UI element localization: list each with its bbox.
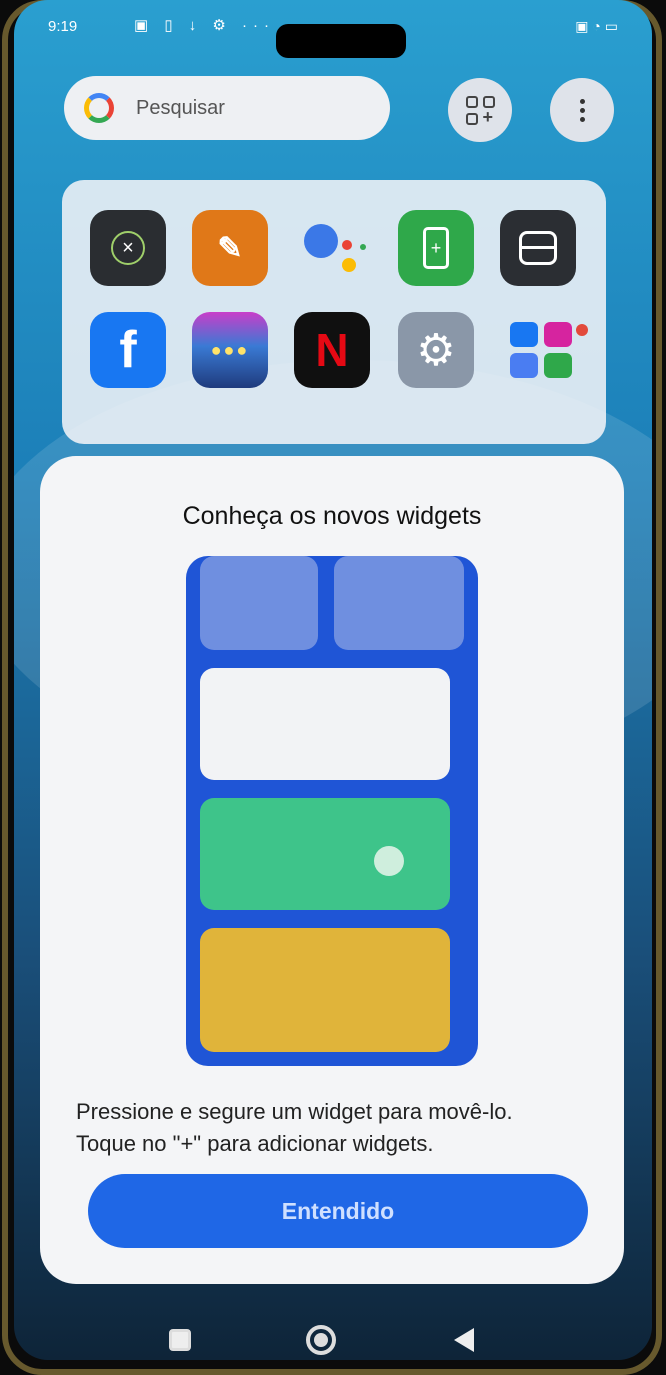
- messenger-mini-icon: [510, 353, 538, 378]
- recents-button[interactable]: [160, 1320, 200, 1360]
- widget-sample-blue-left: [200, 556, 318, 650]
- facebook-icon: f: [119, 321, 137, 379]
- app-folder: × ✎ + f ●●● N ⚙: [62, 180, 606, 444]
- system-navigation-bar: [0, 1290, 666, 1375]
- app-icon-netflix[interactable]: N: [294, 312, 370, 388]
- widgets-grid-icon: +: [465, 95, 495, 127]
- camera-notch: [276, 24, 406, 58]
- dialog-description: Pressione e segure um widget para movê-l…: [76, 1096, 596, 1160]
- app-icon-phone-manager[interactable]: +: [398, 210, 474, 286]
- status-time: 9:19: [48, 18, 78, 35]
- back-button[interactable]: [444, 1320, 484, 1360]
- app-icon-theme-brush[interactable]: ✎: [192, 210, 268, 286]
- notification-badge: [576, 324, 588, 336]
- phone-device: 9:19 ▣ ▯ ↓ ⚙ ··· ▣ ◔ ▭ Pesquisar + × ✎ +…: [0, 0, 666, 1375]
- close-circle-icon: ×: [111, 231, 145, 265]
- facebook-mini-icon: [510, 322, 538, 347]
- widget-sample-blue-right: [334, 556, 464, 650]
- confirm-button[interactable]: Entendido: [88, 1174, 588, 1248]
- google-search-bar[interactable]: Pesquisar: [64, 76, 390, 140]
- more-options-button[interactable]: [550, 78, 614, 142]
- widgets-intro-dialog: Conheça os novos widgets Pressione e seg…: [40, 456, 624, 1284]
- app-icon-google-assistant[interactable]: [298, 210, 374, 286]
- netflix-icon: N: [315, 324, 349, 376]
- more-vert-icon: [579, 98, 585, 122]
- app-icon-cleaner[interactable]: ×: [90, 210, 166, 286]
- notification-icons: ▣ ▯ ↓ ⚙ ···: [134, 17, 276, 34]
- app-icon-bubble-game[interactable]: ●●●: [192, 312, 268, 388]
- system-icons: ▣ ◔ ▭: [575, 18, 618, 34]
- google-logo-icon: [84, 93, 114, 123]
- app-icon-facebook[interactable]: f: [90, 312, 166, 388]
- back-icon: [454, 1328, 474, 1352]
- add-widgets-button[interactable]: +: [448, 78, 512, 142]
- widget-sample-white: [200, 668, 450, 780]
- instagram-mini-icon: [544, 322, 572, 347]
- brush-icon: ✎: [217, 231, 243, 265]
- app-icon-settings[interactable]: ⚙: [398, 312, 474, 388]
- dialog-title: Conheça os novos widgets: [182, 502, 482, 530]
- gear-icon: ⚙: [416, 325, 456, 375]
- home-icon: [306, 1325, 336, 1355]
- search-placeholder: Pesquisar: [136, 96, 225, 119]
- recents-icon: [169, 1329, 191, 1351]
- dialog-description-line2: Toque no "+" para adicionar widgets.: [76, 1131, 434, 1156]
- phone-plus-icon: +: [423, 227, 449, 269]
- home-screen: 9:19 ▣ ▯ ↓ ⚙ ··· ▣ ◔ ▭ Pesquisar + × ✎ +…: [14, 0, 652, 1360]
- bubbles-icon: ●●●: [210, 339, 250, 360]
- widgets-illustration: [186, 556, 478, 1066]
- home-button[interactable]: [301, 1320, 341, 1360]
- store-mini-icon: [544, 353, 572, 378]
- dialog-description-line1: Pressione e segure um widget para movê-l…: [76, 1099, 513, 1124]
- app-subfolder-social[interactable]: [500, 312, 576, 388]
- widget-sample-green: [200, 798, 450, 910]
- widget-sample-yellow: [200, 928, 450, 1052]
- scan-icon: [519, 231, 557, 265]
- app-icon-scanner[interactable]: [500, 210, 576, 286]
